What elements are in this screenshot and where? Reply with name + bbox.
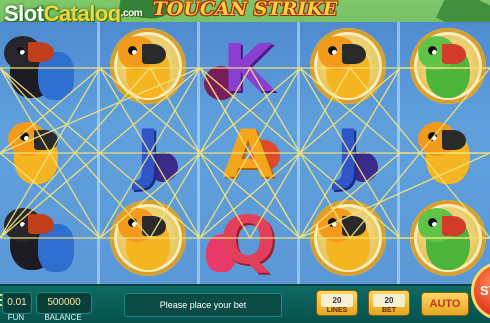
reel-4: J	[300, 22, 396, 284]
balance-value: 500000	[36, 292, 92, 314]
reel-5	[400, 22, 490, 284]
coin-value[interactable]: 0.01	[2, 292, 32, 314]
reel-symbol-green-parrot	[404, 198, 490, 280]
reels-area: J K A Q J	[0, 22, 490, 284]
reel-symbol-J: J	[104, 112, 192, 194]
reel-symbol-yellow-parrot	[4, 112, 92, 194]
coin-label: FUN	[7, 313, 25, 322]
reel-3: K A Q	[200, 22, 296, 284]
reel-symbol-J: J	[304, 112, 392, 194]
reel-symbol-Q: Q	[204, 198, 292, 280]
reel-symbol-yellow-parrot	[304, 198, 392, 280]
reel-symbol-black-toucan	[4, 26, 92, 108]
letter-Q: Q	[219, 202, 277, 279]
lines-value: 20	[321, 294, 353, 307]
reel-symbol-green-parrot	[404, 26, 490, 108]
reel-symbol-yellow-parrot	[404, 112, 490, 194]
letter-K: K	[222, 30, 274, 107]
reel-symbol-yellow-parrot	[104, 198, 192, 280]
control-bar: 0.01 FUN 500000 BALANCE Please place you…	[0, 284, 490, 323]
lines-button[interactable]: 20 LINES	[316, 290, 358, 316]
balance-label: BALANCE	[44, 313, 82, 322]
reel-symbol-yellow-parrot	[304, 26, 392, 108]
auto-button[interactable]: AUTO	[421, 292, 469, 316]
game-title: TOUCAN STRIKE	[152, 0, 338, 20]
letter-J: J	[335, 116, 361, 193]
game-screen: SlotCatalog.com TOUCAN STRIKE J K A Q J …	[0, 0, 490, 323]
reel-2: J	[100, 22, 196, 284]
reel-symbol-black-toucan	[4, 198, 92, 280]
bet-button[interactable]: 20 BET	[368, 290, 410, 316]
logo-suffix: .com	[120, 8, 143, 19]
reel-symbol-A: A	[204, 112, 292, 194]
bet-value: 20	[373, 294, 405, 307]
status-message: Please place your bet	[124, 293, 282, 317]
lines-label: LINES	[326, 307, 348, 314]
reel-1	[0, 22, 96, 284]
letter-A: A	[222, 116, 274, 193]
letter-J: J	[135, 116, 161, 193]
reel-symbol-yellow-parrot	[104, 26, 192, 108]
reel-symbol-K: K	[204, 26, 292, 108]
bet-label: BET	[382, 307, 396, 314]
